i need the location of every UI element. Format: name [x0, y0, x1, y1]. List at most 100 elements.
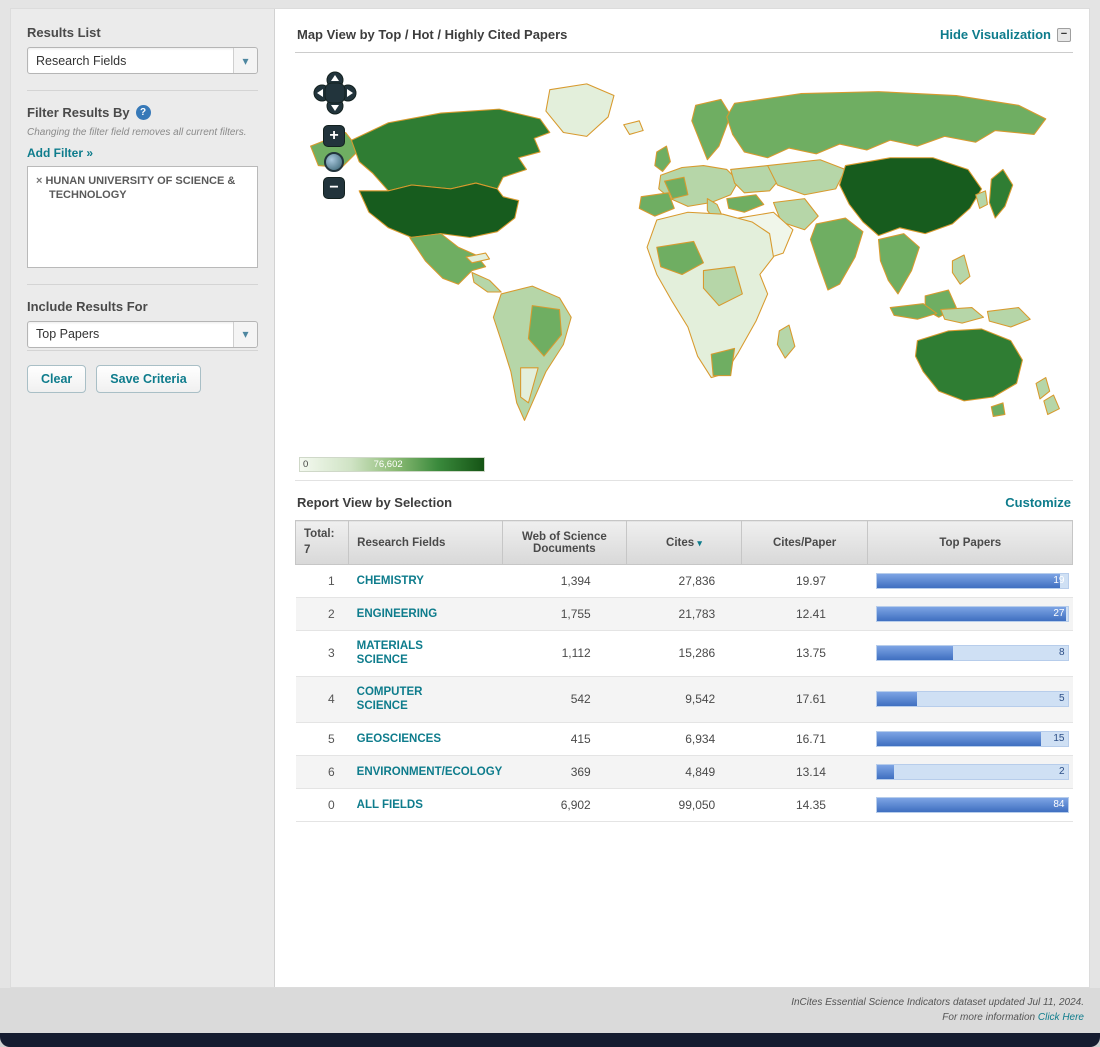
chevron-down-icon: ▾	[233, 48, 257, 73]
row-rank: 1	[295, 564, 349, 599]
esi-page: Results List Research Fields ▾ Filter Re…	[0, 0, 1100, 1047]
include-results-label: Include Results For	[27, 298, 148, 314]
add-filter-link[interactable]: Add Filter »	[27, 146, 93, 160]
field-cell: MATERIALS SCIENCE	[348, 630, 502, 677]
table-row: 4 COMPUTER SCIENCE 542 9,542 17.61 5	[295, 676, 1073, 723]
hide-visualization-link[interactable]: Hide Visualization −	[940, 27, 1071, 42]
collapse-icon: −	[1057, 27, 1071, 42]
map-zoom-controls: + −	[323, 125, 345, 199]
clear-button[interactable]: Clear	[27, 364, 87, 393]
cites-value: 21,783	[626, 597, 742, 632]
cites-per-paper-value: 19.97	[741, 564, 868, 599]
results-list-select[interactable]: Research Fields ▾	[27, 47, 258, 74]
customize-link[interactable]: Customize	[1005, 495, 1071, 510]
research-field-link[interactable]: GEOSCIENCES	[357, 732, 441, 746]
top-papers-bar-fill	[876, 607, 1066, 622]
research-field-link[interactable]: MATERIALS SCIENCE	[357, 639, 475, 668]
sidebar: Results List Research Fields ▾ Filter Re…	[11, 9, 275, 987]
cites-value: 6,934	[626, 722, 742, 756]
total-label: Total:	[304, 528, 335, 540]
report-header: Report View by Selection Customize	[295, 480, 1073, 520]
top-papers-bar-fill	[876, 646, 954, 661]
top-papers-value: 27	[1053, 608, 1065, 620]
table-row: 3 MATERIALS SCIENCE 1,112 15,286 13.75 8	[295, 630, 1073, 677]
top-papers-value: 8	[1058, 647, 1065, 659]
page-footer: InCites Essential Science Indicators dat…	[0, 988, 1100, 1033]
top-papers-cell: 27	[867, 597, 1073, 632]
column-header-documents[interactable]: Web of Science Documents	[501, 519, 628, 566]
cites-per-paper-value: 13.75	[741, 630, 868, 677]
remove-filter-icon[interactable]: ×	[36, 175, 42, 187]
top-papers-bar: 5	[875, 691, 1069, 708]
top-papers-value: 5	[1058, 693, 1065, 705]
top-papers-bar-fill	[876, 731, 1041, 746]
documents-value: 1,112	[502, 630, 627, 677]
documents-value: 369	[502, 755, 627, 789]
column-header-cites-per-paper[interactable]: Cites/Paper	[740, 519, 869, 566]
help-icon[interactable]: ?	[135, 105, 151, 120]
bottom-bar	[0, 1033, 1100, 1047]
research-field-link[interactable]: ENGINEERING	[357, 607, 438, 621]
zoom-reset-globe-icon[interactable]	[324, 152, 344, 172]
sort-descending-icon: ▾	[697, 537, 702, 548]
field-cell: GEOSCIENCES	[348, 722, 502, 756]
table-row: 6 ENVIRONMENT/ECOLOGY 369 4,849 13.14 2	[295, 755, 1073, 789]
more-info-text: For more information	[942, 1011, 1038, 1023]
save-criteria-button[interactable]: Save Criteria	[96, 364, 201, 393]
column-header-top-papers[interactable]: Top Papers	[867, 519, 1073, 566]
world-choropleth-map[interactable]	[295, 57, 1073, 455]
include-results-selected-value: Top Papers	[36, 327, 100, 341]
cites-per-paper-value: 13.14	[741, 755, 868, 789]
documents-value: 415	[502, 722, 627, 756]
top-papers-bar: 27	[875, 606, 1069, 623]
hide-visualization-label: Hide Visualization	[939, 27, 1051, 42]
main-panel: Map View by Top / Hot / Highly Cited Pap…	[275, 9, 1089, 987]
cites-value: 99,050	[626, 788, 742, 822]
documents-value: 6,902	[502, 788, 627, 822]
column-header-cites[interactable]: Cites ▾	[626, 519, 742, 566]
research-field-link[interactable]: ALL FIELDS	[357, 798, 423, 812]
include-results-select[interactable]: Top Papers ▾	[27, 320, 258, 348]
column-header-research-fields: Research Fields	[348, 519, 503, 566]
filter-item[interactable]: × HUNAN UNIVERSITY OF SCIENCE & TECHNOLOG…	[36, 174, 249, 203]
top-papers-cell: 15	[867, 722, 1073, 756]
legend-max-value: 76,602	[373, 459, 403, 470]
top-papers-bar: 15	[875, 730, 1069, 747]
table-row: 0 ALL FIELDS 6,902 99,050 14.35 84	[295, 788, 1073, 822]
click-here-link[interactable]: Click Here	[1038, 1012, 1084, 1023]
documents-value: 1,755	[502, 597, 627, 632]
active-filters-box: × HUNAN UNIVERSITY OF SCIENCE & TECHNOLOG…	[27, 165, 258, 268]
table-row: 1 CHEMISTRY 1,394 27,836 19.97 19	[295, 564, 1073, 599]
zoom-in-button[interactable]: +	[323, 125, 345, 147]
top-papers-bar: 2	[875, 763, 1069, 780]
report-title: Report View by Selection	[297, 495, 453, 510]
legend-min-value: 0	[303, 459, 309, 470]
filter-section: Filter Results By ? Changing the filter …	[27, 90, 258, 268]
cites-per-paper-value: 17.61	[741, 676, 868, 723]
top-papers-bar-fill	[876, 574, 1060, 589]
cites-value: 15,286	[626, 630, 742, 677]
documents-value: 1,394	[502, 564, 627, 599]
filter-note: Changing the filter field removes all cu…	[27, 127, 247, 138]
cites-value: 27,836	[626, 564, 742, 599]
documents-value: 542	[502, 676, 627, 723]
table-row: 2 ENGINEERING 1,755 21,783 12.41 27	[295, 597, 1073, 632]
research-field-link[interactable]: COMPUTER SCIENCE	[357, 685, 475, 714]
include-section: Include Results For Top Papers ▾	[27, 283, 258, 348]
filter-item-label: HUNAN UNIVERSITY OF SCIENCE & TECHNOLOGY	[45, 174, 236, 201]
research-field-link[interactable]: ENVIRONMENT/ECOLOGY	[357, 765, 503, 779]
top-papers-value: 15	[1053, 732, 1065, 744]
content-frame: Results List Research Fields ▾ Filter Re…	[10, 8, 1090, 988]
map-view: + −	[295, 57, 1073, 455]
top-papers-value: 2	[1058, 765, 1065, 777]
results-list-selected-value: Research Fields	[36, 53, 127, 68]
top-papers-cell: 8	[867, 630, 1073, 677]
chevron-down-icon: ▾	[233, 321, 257, 347]
map-pan-control[interactable]	[313, 71, 357, 115]
research-field-link[interactable]: CHEMISTRY	[357, 574, 424, 588]
report-table-head: Total: 7 Research Fields Web of Science …	[294, 519, 1073, 566]
map-header: Map View by Top / Hot / Highly Cited Pap…	[295, 23, 1073, 53]
row-rank: 5	[295, 722, 349, 756]
top-papers-bar-fill	[876, 797, 1068, 812]
zoom-out-button[interactable]: −	[323, 177, 345, 199]
